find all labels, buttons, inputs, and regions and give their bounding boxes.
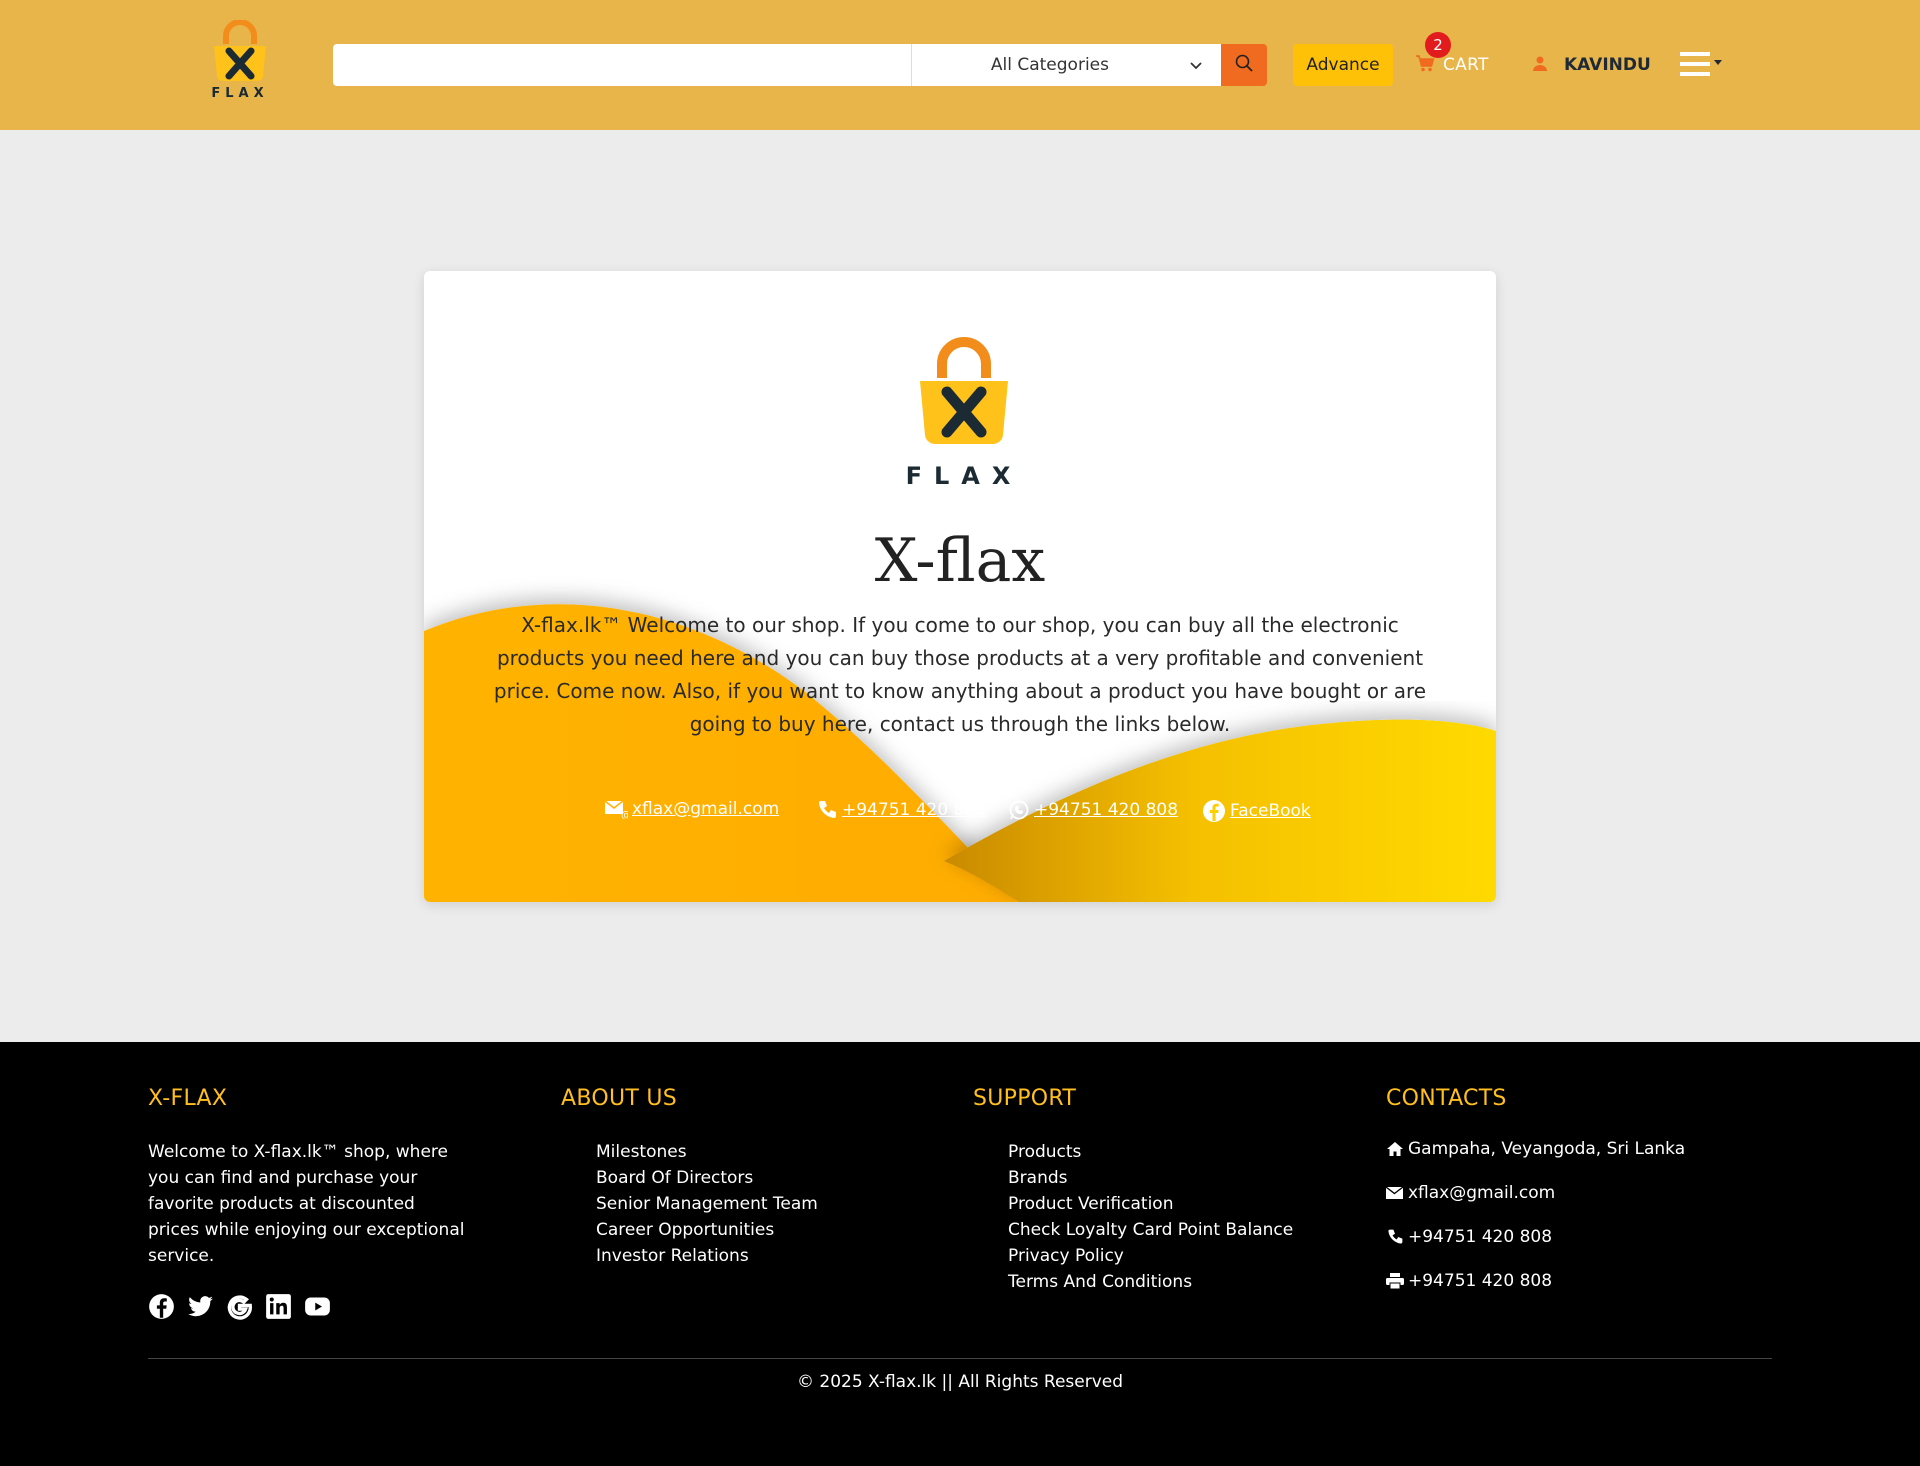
phone-icon	[1388, 1229, 1403, 1244]
footer-copyright: © 2025 X-flax.lk || All Rights Reserved	[796, 1372, 1124, 1392]
cart-count-badge: 2	[1425, 32, 1451, 58]
footer-link-senior-management[interactable]: Senior Management Team	[596, 1191, 818, 1217]
footer-link-privacy-policy[interactable]: Privacy Policy	[1008, 1243, 1293, 1269]
site-logo[interactable]: FLAX	[204, 19, 276, 101]
svg-text:@: @	[621, 810, 628, 819]
footer-divider	[148, 1358, 1772, 1359]
menu-toggle-button[interactable]	[1680, 50, 1724, 84]
social-links	[148, 1293, 468, 1320]
footer-fax-text: +94751 420 808	[1408, 1271, 1553, 1291]
email-link[interactable]: @ xflax@gmail.com	[604, 799, 779, 819]
card-logo: FLAX	[894, 336, 1034, 491]
footer-fax: +94751 420 808	[1386, 1259, 1685, 1303]
cart-label: CART	[1443, 55, 1489, 75]
footer-contacts-title: CONTACTS	[1386, 1086, 1507, 1111]
footer-about-title: ABOUT US	[561, 1086, 678, 1111]
footer-link-loyalty-balance[interactable]: Check Loyalty Card Point Balance	[1008, 1217, 1293, 1243]
footer-link-milestones[interactable]: Milestones	[596, 1139, 818, 1165]
facebook-link-text: FaceBook	[1230, 801, 1311, 821]
user-icon	[1532, 55, 1548, 75]
phone-link-text: +94751 420 808	[842, 800, 987, 820]
footer-about-column: ABOUT US Milestones Board Of Directors S…	[561, 1086, 818, 1269]
youtube-icon[interactable]	[304, 1293, 331, 1320]
contact-links: @ xflax@gmail.com +94751 420 808 +94751 …	[604, 799, 1324, 829]
twitter-icon[interactable]	[187, 1293, 214, 1320]
facebook-icon	[1203, 800, 1225, 822]
footer-email[interactable]: xflax@gmail.com	[1386, 1171, 1685, 1215]
category-select-value: All Categories	[990, 55, 1109, 75]
header-bar: FLAX All Categories Advance 2 CART KAVIN…	[0, 0, 1920, 130]
phone-link[interactable]: +94751 420 808	[816, 799, 986, 821]
footer-link-careers[interactable]: Career Opportunities	[596, 1217, 818, 1243]
footer-brand-text: Welcome to X-flax.lk™ shop, where you ca…	[148, 1142, 465, 1266]
card-title: X-flax	[874, 526, 1046, 596]
footer-link-product-verification[interactable]: Product Verification	[1008, 1191, 1293, 1217]
chevron-down-icon	[1189, 58, 1203, 72]
email-link-text: xflax@gmail.com	[632, 799, 780, 819]
user-account-link[interactable]: KAVINDU	[1532, 44, 1651, 86]
facebook-link[interactable]: FaceBook	[1202, 799, 1311, 823]
footer-brand-title: X-FLAX	[148, 1086, 228, 1111]
email-icon: @	[604, 800, 628, 819]
facebook-icon[interactable]	[148, 1293, 175, 1320]
footer-phone-text: +94751 420 808	[1408, 1227, 1553, 1247]
footer-email-text: xflax@gmail.com	[1408, 1183, 1556, 1203]
home-icon	[1387, 1142, 1403, 1156]
advance-search-button[interactable]: Advance	[1293, 44, 1393, 86]
card-description: X-flax.lk™ Welcome to our shop. If you c…	[493, 613, 1427, 736]
footer-phone[interactable]: +94751 420 808	[1386, 1215, 1685, 1259]
cart-icon	[1415, 54, 1435, 76]
search-bar: All Categories	[333, 44, 1267, 86]
user-name: KAVINDU	[1564, 55, 1651, 75]
footer-link-board-of-directors[interactable]: Board Of Directors	[596, 1165, 818, 1191]
search-button[interactable]	[1221, 44, 1267, 86]
about-card: FLAX X-flax X-flax.lk™ Welcome to our sh…	[424, 271, 1496, 902]
footer-support-title: SUPPORT	[973, 1086, 1077, 1111]
footer-address: Gampaha, Veyangoda, Sri Lanka	[1386, 1127, 1685, 1171]
cart-link[interactable]: 2 CART	[1415, 32, 1489, 86]
search-input[interactable]	[333, 44, 911, 86]
footer-link-brands[interactable]: Brands	[1008, 1165, 1293, 1191]
linkedin-icon[interactable]	[265, 1293, 292, 1320]
footer-brand-column: X-FLAX Welcome to X-flax.lk™ shop, where…	[148, 1086, 468, 1320]
email-icon	[1386, 1186, 1404, 1199]
phone-icon	[819, 801, 836, 818]
search-icon	[1234, 53, 1254, 77]
footer-link-terms[interactable]: Terms And Conditions	[1008, 1269, 1293, 1295]
printer-icon	[1386, 1273, 1404, 1289]
footer: X-FLAX Welcome to X-flax.lk™ shop, where…	[0, 1042, 1920, 1466]
whatsapp-icon	[1009, 800, 1029, 820]
category-select[interactable]: All Categories	[911, 44, 1221, 86]
footer-address-text: Gampaha, Veyangoda, Sri Lanka	[1408, 1139, 1686, 1159]
footer-link-products[interactable]: Products	[1008, 1139, 1293, 1165]
footer-link-investor-relations[interactable]: Investor Relations	[596, 1243, 818, 1269]
google-icon[interactable]	[226, 1293, 253, 1320]
whatsapp-link-text: +94751 420 808	[1034, 800, 1179, 820]
svg-text:FLAX: FLAX	[906, 462, 1023, 490]
footer-support-column: SUPPORT Products Brands Product Verifica…	[973, 1086, 1293, 1295]
svg-text:FLAX: FLAX	[211, 86, 268, 100]
whatsapp-link[interactable]: +94751 420 808	[1008, 799, 1178, 821]
hamburger-icon	[1680, 50, 1724, 84]
footer-contacts-column: CONTACTS Gampaha, Veyangoda, Sri Lanka x…	[1386, 1086, 1685, 1303]
